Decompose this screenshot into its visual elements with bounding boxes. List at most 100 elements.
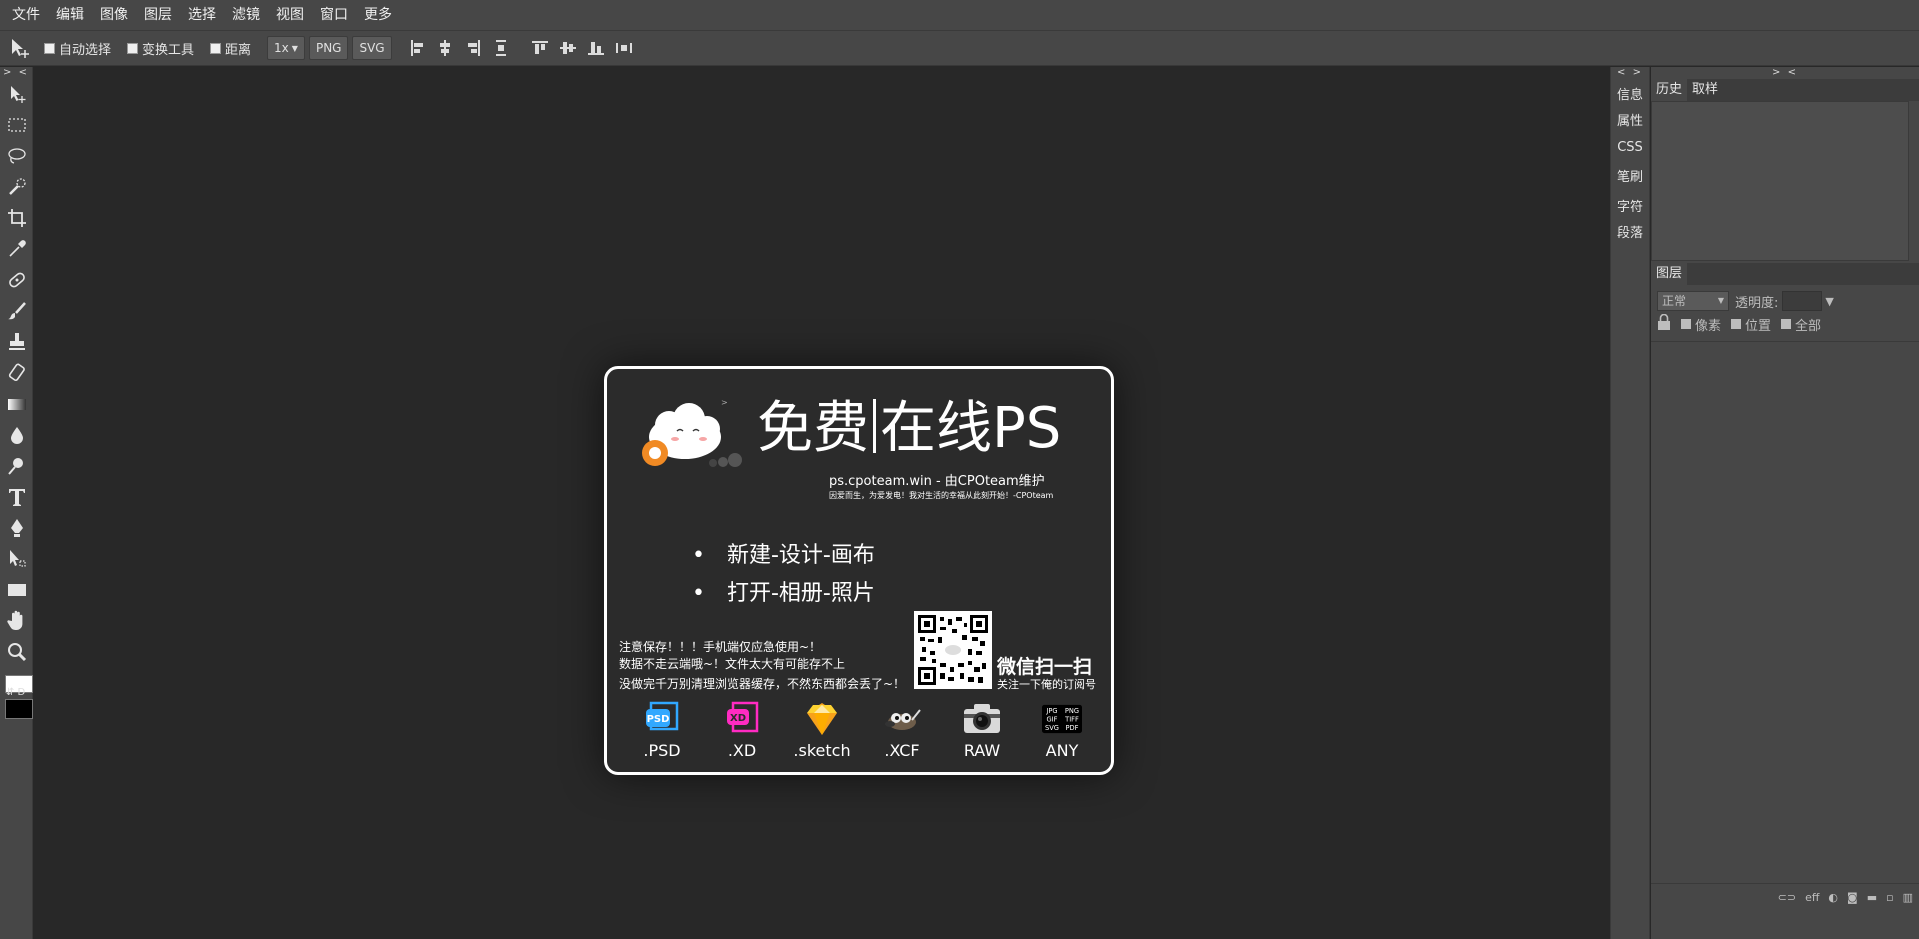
cloud-mascot-logo: >: [637, 393, 757, 487]
collapse-panels-toggle[interactable]: > <: [1651, 67, 1919, 79]
eyedropper-tool-icon[interactable]: [0, 233, 33, 264]
menu-view[interactable]: 视图: [268, 0, 312, 31]
menu-bar: 文件 编辑 图像 图层 选择 滤镜 视图 窗口 更多: [0, 0, 1919, 31]
lock-pixels-checkbox[interactable]: 像素: [1681, 315, 1721, 334]
align-top-icon[interactable]: [531, 40, 548, 56]
effects-button[interactable]: eff: [1805, 891, 1819, 904]
tab-brushes[interactable]: 笔刷: [1611, 169, 1649, 187]
wechat-scan-title: 微信扫一扫: [997, 656, 1093, 678]
align-bottom-icon[interactable]: [587, 40, 604, 56]
move-tool-icon[interactable]: [0, 78, 33, 109]
options-bar: 自动选择 变换工具 距离 1x ▼ PNG SVG: [0, 31, 1919, 66]
png-button[interactable]: PNG: [308, 36, 349, 60]
align-left-icon[interactable]: [410, 40, 424, 56]
menu-more[interactable]: 更多: [356, 0, 400, 31]
link-layers-icon[interactable]: ⊂⊃: [1778, 891, 1796, 904]
auto-select-checkbox[interactable]: 自动选择: [44, 39, 111, 58]
opacity-input[interactable]: [1782, 291, 1823, 311]
healing-brush-icon[interactable]: [0, 264, 33, 295]
menu-window[interactable]: 窗口: [312, 0, 356, 31]
checkbox-box[interactable]: [1731, 319, 1742, 329]
history-list[interactable]: [1651, 101, 1909, 261]
transform-tool-label: 变换工具: [142, 42, 195, 58]
checkbox-box[interactable]: [44, 42, 55, 54]
lock-all-checkbox[interactable]: 全部: [1781, 315, 1821, 334]
layers-list[interactable]: ⊂⊃ eff ◐ ◙ ▬ ▫ ▥: [1651, 341, 1919, 911]
format-any: JPG PNG GIF TIFF SVG PDF ANY: [1027, 699, 1097, 760]
quick-actions: 新建-设计-画布 打开-相册-照片: [692, 537, 875, 613]
wechat-qr-code: [914, 611, 992, 689]
tab-history[interactable]: 历史: [1651, 79, 1688, 101]
collapse-strip-toggle[interactable]: < >: [1611, 67, 1649, 79]
move-tool-option-icon[interactable]: [8, 36, 32, 60]
chevron-down-icon[interactable]: ▼: [1825, 295, 1833, 308]
distance-checkbox[interactable]: 距离: [210, 39, 251, 58]
chevron-down-icon: ▼: [291, 43, 298, 53]
menu-edit[interactable]: 编辑: [48, 0, 92, 31]
tab-properties[interactable]: 属性: [1611, 113, 1649, 131]
clone-stamp-icon[interactable]: [0, 326, 33, 357]
gimp-icon: [882, 699, 922, 739]
open-photo-link[interactable]: 打开-相册-照片: [692, 575, 875, 613]
background-color-swatch[interactable]: [5, 699, 33, 719]
menu-image[interactable]: 图像: [92, 0, 136, 31]
pen-tool-icon[interactable]: [0, 512, 33, 543]
lock-position-checkbox[interactable]: 位置: [1731, 315, 1771, 334]
collapse-tools-toggle[interactable]: > <: [0, 67, 32, 78]
menu-file[interactable]: 文件: [4, 0, 48, 31]
distribute-h-icon[interactable]: [615, 40, 632, 56]
psd-icon: PSD: [642, 699, 682, 739]
checkbox-box[interactable]: [210, 42, 222, 54]
brand-right: 在线PS: [880, 396, 1062, 461]
align-middle-v-icon[interactable]: [559, 40, 576, 56]
color-swatches: ⇵ D: [0, 673, 33, 733]
blend-mode-select[interactable]: 正常: [1657, 291, 1729, 311]
adjustment-layer-icon[interactable]: ◐: [1828, 891, 1838, 904]
marquee-tool-icon[interactable]: [0, 109, 33, 140]
text-tool-icon[interactable]: [0, 481, 33, 512]
auto-select-label: 自动选择: [59, 42, 112, 58]
shape-tool-icon[interactable]: [0, 574, 33, 605]
swap-default-colors-icon[interactable]: ⇵ D: [6, 687, 25, 698]
delete-layer-icon[interactable]: ▥: [1903, 891, 1913, 904]
svg-button[interactable]: SVG: [352, 36, 392, 60]
canvas-area[interactable]: > 免费 在线PS ps.cpoteam.win - 由CPOteam维护 因爱而…: [34, 67, 1610, 939]
zoom-tool-icon[interactable]: [0, 636, 33, 667]
brush-tool-icon[interactable]: [0, 295, 33, 326]
new-group-icon[interactable]: ▬: [1867, 891, 1877, 904]
path-select-icon[interactable]: [0, 543, 33, 574]
align-center-h-icon[interactable]: [438, 40, 452, 56]
tab-swatches[interactable]: 取样: [1687, 79, 1724, 101]
tab-character[interactable]: 字符: [1611, 199, 1649, 217]
checkbox-box[interactable]: [1681, 319, 1691, 329]
lasso-tool-icon[interactable]: [0, 140, 33, 171]
hand-tool-icon[interactable]: [0, 605, 33, 636]
crop-tool-icon[interactable]: [0, 202, 33, 233]
new-layer-icon[interactable]: ▫: [1886, 891, 1893, 904]
blur-tool-icon[interactable]: [0, 419, 33, 450]
new-design-link[interactable]: 新建-设计-画布: [692, 537, 875, 575]
menu-filter[interactable]: 滤镜: [224, 0, 268, 31]
save-notice: 注意保存！！！手机端仅应急使用~！ 数据不走云端哦~！文件太大有可能存不上 没做…: [619, 639, 905, 693]
checkbox-box[interactable]: [1781, 319, 1792, 329]
dodge-tool-icon[interactable]: [0, 450, 33, 481]
psd-badge-text: PSD: [647, 714, 670, 725]
eraser-tool-icon[interactable]: [0, 357, 33, 388]
align-right-icon[interactable]: [466, 40, 480, 56]
menu-select[interactable]: 选择: [180, 0, 224, 31]
distribute-v-icon[interactable]: [494, 40, 508, 56]
svg-text:>: >: [721, 398, 728, 407]
tab-css[interactable]: CSS: [1611, 139, 1649, 157]
menu-layer[interactable]: 图层: [136, 0, 180, 31]
notice-line-1: 注意保存！！！手机端仅应急使用~！: [619, 640, 822, 654]
mask-icon[interactable]: ◙: [1847, 891, 1858, 904]
checkbox-box[interactable]: [127, 42, 139, 54]
tab-info[interactable]: 信息: [1611, 87, 1649, 105]
gradient-tool-icon[interactable]: [0, 388, 33, 419]
quick-select-tool-icon[interactable]: [0, 171, 33, 202]
tab-paragraph[interactable]: 段落: [1611, 225, 1649, 243]
lock-position-label: 位置: [1745, 318, 1772, 334]
tab-layers[interactable]: 图层: [1651, 263, 1688, 285]
zoom-dropdown[interactable]: 1x ▼: [267, 36, 305, 60]
transform-tool-checkbox[interactable]: 变换工具: [127, 39, 194, 58]
